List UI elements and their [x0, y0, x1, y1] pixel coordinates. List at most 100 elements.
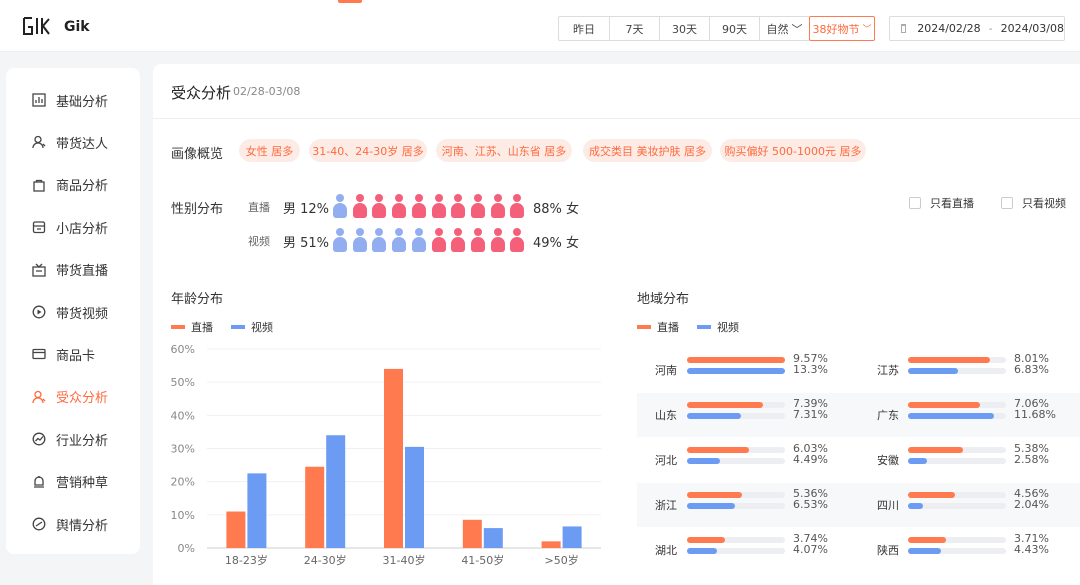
user-icon — [32, 135, 46, 149]
region-value-video: 6.83% — [1014, 363, 1049, 376]
region-bar-live — [908, 537, 946, 543]
live-tv-icon — [32, 263, 46, 277]
sidebar-item-10[interactable]: 舆情分析 — [6, 509, 140, 539]
sidebar-item-label: 商品分析 — [56, 179, 109, 195]
region-value-video: 2.04% — [1014, 498, 1049, 511]
x-tick-label: 24-30岁 — [304, 553, 347, 567]
brand-name: Gik — [64, 19, 90, 35]
sidebar-item-label: 小店分析 — [56, 221, 109, 237]
region-name: 广东 — [877, 409, 899, 422]
gender-female-percent: 88% 女 — [533, 202, 580, 217]
legend-video: 视频 — [231, 319, 273, 335]
sidebar-item-9[interactable]: 营销种草 — [6, 467, 140, 497]
gender-label: 性别分布 — [171, 202, 224, 217]
checkbox-video[interactable] — [1001, 197, 1013, 209]
range-yesterday-button[interactable]: 昨日 — [558, 16, 609, 41]
tag-age: 31-40、24-30岁 居多 — [309, 139, 427, 162]
legend-live-swatch — [171, 325, 185, 329]
region-bar-live — [687, 537, 726, 543]
sidebar-item-label: 带货达人 — [56, 136, 109, 152]
bar-video[interactable] — [562, 526, 582, 548]
female-person-icon — [352, 194, 367, 218]
region-bar-live — [687, 357, 785, 363]
filter-live-label: 只看直播 — [930, 197, 974, 210]
region-bar-track-video — [687, 503, 785, 509]
bar-video[interactable] — [483, 528, 503, 548]
sidebar-item-4[interactable]: 带货直播 — [6, 255, 140, 285]
region-value-video: 4.49% — [793, 453, 828, 466]
x-tick-label: 31-40岁 — [383, 553, 426, 567]
bar-live[interactable] — [226, 511, 246, 548]
male-person-icon — [333, 194, 347, 218]
region-name: 安徽 — [877, 454, 899, 467]
female-person-icon — [431, 194, 446, 218]
region-bar-track-video — [908, 368, 1006, 374]
page-date-range: 02/28-03/08 — [233, 85, 301, 98]
bar-video[interactable] — [405, 446, 424, 548]
flow-select-value: 自然 — [766, 22, 789, 36]
bar-live[interactable] — [384, 368, 403, 548]
female-person-icon — [510, 194, 525, 218]
filter-live-only[interactable]: 只看直播 — [909, 195, 974, 211]
sidebar-item-label: 受众分析 — [56, 391, 109, 407]
portrait-label: 画像概览 — [171, 147, 224, 162]
region-name: 湖北 — [655, 544, 677, 557]
bar-video[interactable] — [247, 473, 267, 548]
region-value-video: 4.07% — [793, 543, 828, 556]
region-legend-live-label: 直播 — [657, 321, 679, 334]
tag-gender: 女性 居多 — [239, 139, 300, 162]
card-icon — [32, 347, 46, 361]
sidebar-item-0[interactable]: 基础分析 — [6, 85, 140, 115]
range-30d-button[interactable]: 30天 — [659, 16, 709, 41]
filter-video-only[interactable]: 只看视频 — [1001, 195, 1066, 211]
sidebar-item-3[interactable]: 小店分析 — [6, 212, 140, 242]
chevron-down-icon: ﹀ — [791, 22, 803, 36]
date-picker[interactable]: 2024/02/28 - 2024/03/08 — [889, 16, 1065, 41]
region-name: 河南 — [655, 364, 677, 377]
region-bar-video — [908, 458, 927, 464]
region-legend-video: 视频 — [697, 319, 739, 335]
date-range-group: 昨日 7天 30天 90天 自然 ﹀ — [558, 16, 810, 41]
sidebar-item-label: 基础分析 — [56, 94, 109, 110]
region-bar-track-live — [687, 402, 785, 408]
gender-row-name: 视频 — [248, 235, 270, 248]
bar-live[interactable] — [541, 541, 561, 548]
region-bar-live — [687, 402, 763, 408]
range-90d-button[interactable]: 90天 — [709, 16, 759, 41]
title-divider — [153, 118, 1080, 119]
sidebar-item-8[interactable]: 行业分析 — [6, 424, 140, 454]
pulse-icon — [32, 517, 46, 531]
y-tick-label: 50% — [171, 376, 195, 389]
sidebar-item-2[interactable]: 商品分析 — [6, 170, 140, 200]
region-bar-track-video — [908, 503, 1006, 509]
male-person-icon — [392, 228, 407, 252]
sidebar-item-label: 带货视频 — [56, 306, 109, 322]
checkbox-live[interactable] — [909, 197, 921, 209]
range-7d-button[interactable]: 7天 — [609, 16, 659, 41]
sidebar-item-6[interactable]: 商品卡 — [6, 339, 140, 369]
tag-category: 成交类目 美妆护肤 居多 — [583, 139, 712, 162]
sidebar-item-5[interactable]: 带货视频 — [6, 297, 140, 327]
age-legend: 直播 视频 — [171, 319, 291, 335]
logo-icon[interactable] — [22, 14, 52, 40]
event-select[interactable]: 38好物节 ﹀ — [809, 16, 875, 41]
sidebar-item-7[interactable]: 受众分析 — [6, 382, 140, 412]
region-legend-live-swatch — [637, 325, 651, 329]
region-bar-track-video — [687, 548, 785, 554]
bar-live[interactable] — [462, 519, 482, 548]
region-bar-live — [687, 447, 749, 453]
shopping-bag-icon — [32, 178, 46, 192]
sidebar-item-1[interactable]: 带货达人 — [6, 127, 140, 157]
region-bar-video — [908, 368, 959, 374]
region-bar-track-live — [687, 447, 785, 453]
region-bar-track-live — [908, 402, 1006, 408]
region-bar-track-video — [908, 458, 1006, 464]
bar-video[interactable] — [326, 435, 346, 548]
bar-live[interactable] — [305, 466, 325, 548]
sidebar: 基础分析带货达人商品分析小店分析带货直播带货视频商品卡受众分析行业分析营销种草舆… — [6, 68, 140, 554]
y-tick-label: 0% — [178, 542, 195, 555]
legend-live-label: 直播 — [191, 321, 213, 334]
region-bar-track-live — [908, 492, 1006, 498]
date-start: 2024/02/28 — [917, 22, 981, 35]
flow-select[interactable]: 自然 ﹀ — [759, 16, 810, 41]
